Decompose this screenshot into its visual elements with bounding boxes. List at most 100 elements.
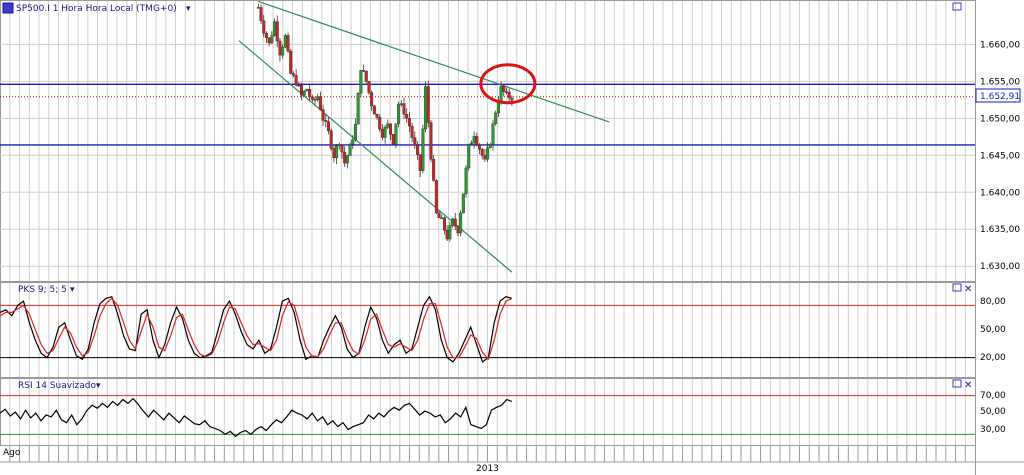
pks-mid-label: 50,00 — [980, 325, 1006, 335]
candle-body — [502, 85, 506, 92]
candle-body — [353, 124, 357, 141]
candle-body — [289, 50, 293, 74]
candle-body — [391, 134, 395, 145]
candle-body — [432, 159, 436, 181]
candle-body — [507, 91, 511, 99]
candle-body — [310, 96, 314, 100]
rsi-mid-label: 50,00 — [980, 407, 1006, 417]
candle-body — [302, 90, 306, 96]
price-tick-label: 1.640,00 — [980, 188, 1020, 198]
candle-body — [316, 96, 320, 101]
candle-body — [356, 92, 360, 125]
indicator-line — [0, 295, 513, 363]
candle-body — [418, 154, 422, 171]
candle-body — [491, 123, 495, 145]
candle-body — [286, 35, 290, 52]
candle-body — [345, 155, 349, 164]
candle-body — [321, 109, 325, 121]
pks-maximize-icon[interactable] — [952, 283, 962, 292]
last-price-label: 1.652,91 — [980, 92, 1020, 102]
candle-body — [326, 121, 330, 132]
candle-body — [337, 144, 341, 147]
price-tick-label: 1.635,00 — [980, 225, 1020, 235]
price-tick-label: 1.660,00 — [980, 40, 1020, 50]
candle-body — [335, 145, 339, 159]
time-axis: Ago 2013 — [3, 448, 499, 474]
candle-body — [499, 85, 503, 104]
trading-chart: 1.630,00 1.635,00 1.640,00 1.645,00 1.650,00… — [0, 0, 1024, 475]
candle-body — [378, 117, 382, 130]
rsi-maximize-icon[interactable] — [952, 379, 962, 388]
candle-body — [399, 103, 403, 105]
candle-body — [300, 85, 304, 96]
candle-body — [397, 103, 401, 124]
candle-body — [442, 217, 446, 231]
pks-panel: PKS 9; 5; 5 ▾ ✕ 80,00 50,00 20,00 — [0, 283, 1006, 363]
pks-lines — [0, 295, 513, 363]
candle-body — [426, 86, 430, 123]
chart-title[interactable]: SP500.I 1 Hora Hora Local (TMG+0) — [16, 4, 177, 14]
price-tick-label: 1.655,00 — [980, 77, 1020, 87]
candle-body — [472, 136, 476, 144]
candle-body — [264, 33, 268, 38]
candle-body — [475, 136, 479, 145]
price-tick-label: 1.650,00 — [980, 114, 1020, 124]
candle-body — [467, 144, 471, 169]
candle-body — [386, 123, 390, 128]
panel-maximize-icon[interactable] — [952, 2, 962, 11]
rsi-lines — [0, 397, 513, 438]
rsi-title[interactable]: RSI 14 Suavizado — [18, 381, 97, 391]
rsi-high-label: 70,00 — [980, 391, 1006, 401]
chart-grid — [0, 0, 1024, 475]
instrument-icon[interactable] — [2, 2, 14, 14]
candle-body — [259, 7, 263, 21]
rsi-low-label: 30,00 — [980, 425, 1006, 435]
candle-body — [294, 75, 298, 86]
candle-body — [448, 225, 452, 240]
candle-body — [372, 105, 376, 115]
candle-body — [415, 145, 419, 155]
candle-body — [424, 86, 428, 130]
candle-body — [486, 147, 490, 160]
rsi-close-icon[interactable]: ✕ — [964, 380, 972, 391]
candle-body — [329, 130, 333, 149]
candle-body — [305, 88, 309, 92]
candle-body — [451, 218, 455, 226]
candle-body — [488, 143, 492, 148]
candle-body — [291, 73, 295, 76]
candlesticks — [256, 3, 514, 242]
candle-body — [318, 96, 322, 110]
candle-body — [297, 84, 301, 87]
rsi-dropdown-icon[interactable]: ▾ — [96, 381, 101, 391]
candle-body — [402, 103, 406, 115]
candle-body — [362, 70, 366, 72]
time-left-label: Ago — [3, 448, 21, 458]
candle-body — [348, 144, 352, 156]
candle-body — [440, 217, 444, 219]
candle-body — [364, 70, 368, 82]
candle-body — [510, 97, 514, 101]
candle-body — [429, 122, 433, 160]
candle-body — [367, 81, 371, 93]
title-dropdown-icon[interactable]: ▾ — [186, 4, 191, 14]
candle-body — [283, 35, 287, 48]
candle-body — [413, 137, 417, 146]
candle-body — [389, 123, 393, 135]
candle-body — [453, 218, 457, 227]
candle-body — [445, 230, 449, 240]
pks-dropdown-icon[interactable]: ▾ — [70, 285, 75, 295]
candle-body — [421, 128, 425, 171]
pks-close-icon[interactable]: ✕ — [964, 284, 972, 295]
pks-high-label: 80,00 — [980, 297, 1006, 307]
candle-body — [437, 212, 441, 219]
price-tick-label: 1.645,00 — [980, 151, 1020, 161]
candle-body — [434, 180, 438, 214]
candle-body — [380, 128, 384, 138]
price-panel: 1.630,00 1.635,00 1.640,00 1.645,00 1.650,00… — [0, 0, 1021, 273]
pks-title[interactable]: PKS 9; 5; 5 — [18, 285, 67, 295]
candle-body — [483, 155, 487, 160]
candle-body — [480, 149, 484, 156]
candle-body — [469, 142, 473, 145]
candle-body — [459, 212, 463, 234]
candle-body — [324, 120, 328, 122]
